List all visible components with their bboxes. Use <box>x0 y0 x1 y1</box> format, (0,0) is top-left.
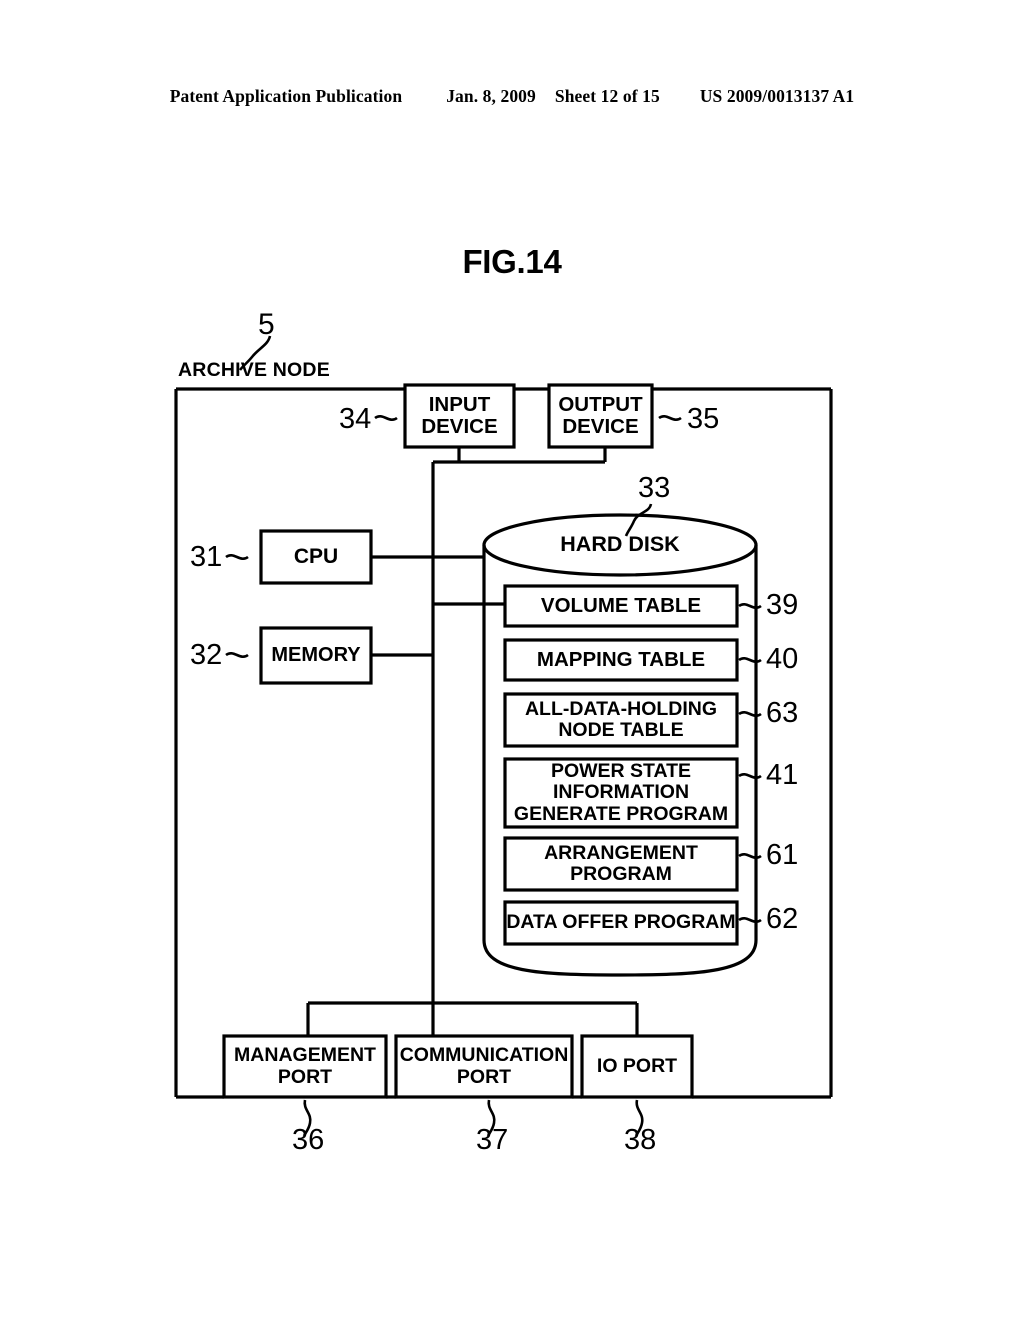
all-data-holding-node-table-label: ALL-DATA-HOLDING NODE TABLE <box>505 694 737 746</box>
ref-63: 63 <box>766 697 799 729</box>
input-device-text: INPUT DEVICE <box>421 392 498 438</box>
ref-39: 39 <box>766 589 799 621</box>
memory-text: MEMORY <box>271 643 361 666</box>
management-port-label: MANAGEMENT PORT <box>224 1036 386 1097</box>
ref-36: 36 <box>292 1124 325 1156</box>
arrangement-program-text: ARRANGEMENT PROGRAM <box>544 841 698 885</box>
archive-node-label: ARCHIVE NODE <box>178 359 330 381</box>
ref-61: 61 <box>766 839 799 871</box>
leader-61 <box>738 853 762 859</box>
arrangement-program-label: ARRANGEMENT PROGRAM <box>505 838 737 890</box>
io-port-text: IO PORT <box>596 1054 678 1077</box>
figure-canvas: ARCHIVE NODE 5 INPUT DEVICE 34 OUTPUT DEVI… <box>0 0 1024 1320</box>
data-offer-program-text: DATA OFFER PROGRAM <box>506 911 736 934</box>
leader-31 <box>225 554 249 560</box>
ref-33: 33 <box>638 472 671 504</box>
ref-38: 38 <box>624 1124 657 1156</box>
leader-32 <box>225 652 249 658</box>
ref-41: 41 <box>766 759 799 791</box>
ref-32: 32 <box>190 639 223 671</box>
leader-35 <box>658 415 682 421</box>
power-state-information-generate-program-text: POWER STATE INFORMATION GENERATE PROGRAM <box>513 760 729 825</box>
hard-disk-text: HARD DISK <box>560 532 680 557</box>
hard-disk-label: HARD DISK <box>484 525 756 565</box>
communication-port-text: COMMUNICATION PORT <box>399 1044 569 1088</box>
ref-40: 40 <box>766 643 799 675</box>
ref-62: 62 <box>766 903 799 935</box>
communication-port-label: COMMUNICATION PORT <box>396 1036 572 1097</box>
ref-34: 34 <box>339 403 372 435</box>
all-data-holding-node-table-text: ALL-DATA-HOLDING NODE TABLE <box>524 697 718 741</box>
input-device-label: INPUT DEVICE <box>405 385 514 447</box>
output-device-label: OUTPUT DEVICE <box>549 385 652 447</box>
ref-5: 5 <box>258 308 275 341</box>
power-state-information-generate-program-label: POWER STATE INFORMATION GENERATE PROGRAM <box>497 759 745 827</box>
cpu-text: CPU <box>293 544 339 568</box>
cpu-label: CPU <box>261 531 371 583</box>
data-offer-program-label: DATA OFFER PROGRAM <box>503 902 739 944</box>
port-bus <box>306 1001 639 1036</box>
mapping-table-text: MAPPING TABLE <box>536 647 706 671</box>
output-device-text: OUTPUT DEVICE <box>558 392 643 438</box>
ref-31: 31 <box>190 541 223 573</box>
memory-label: MEMORY <box>261 628 371 683</box>
ref-37: 37 <box>476 1124 509 1156</box>
leader-34 <box>374 415 398 421</box>
volume-table-text: VOLUME TABLE <box>540 593 702 617</box>
leader-40 <box>738 657 762 663</box>
ref-35: 35 <box>687 403 720 435</box>
leader-63 <box>738 711 762 717</box>
leader-62 <box>738 917 762 923</box>
management-port-text: MANAGEMENT PORT <box>234 1044 376 1088</box>
leader-39 <box>738 603 762 609</box>
mapping-table-label: MAPPING TABLE <box>505 640 737 680</box>
io-port-label: IO PORT <box>582 1036 692 1097</box>
volume-table-label: VOLUME TABLE <box>505 586 737 626</box>
